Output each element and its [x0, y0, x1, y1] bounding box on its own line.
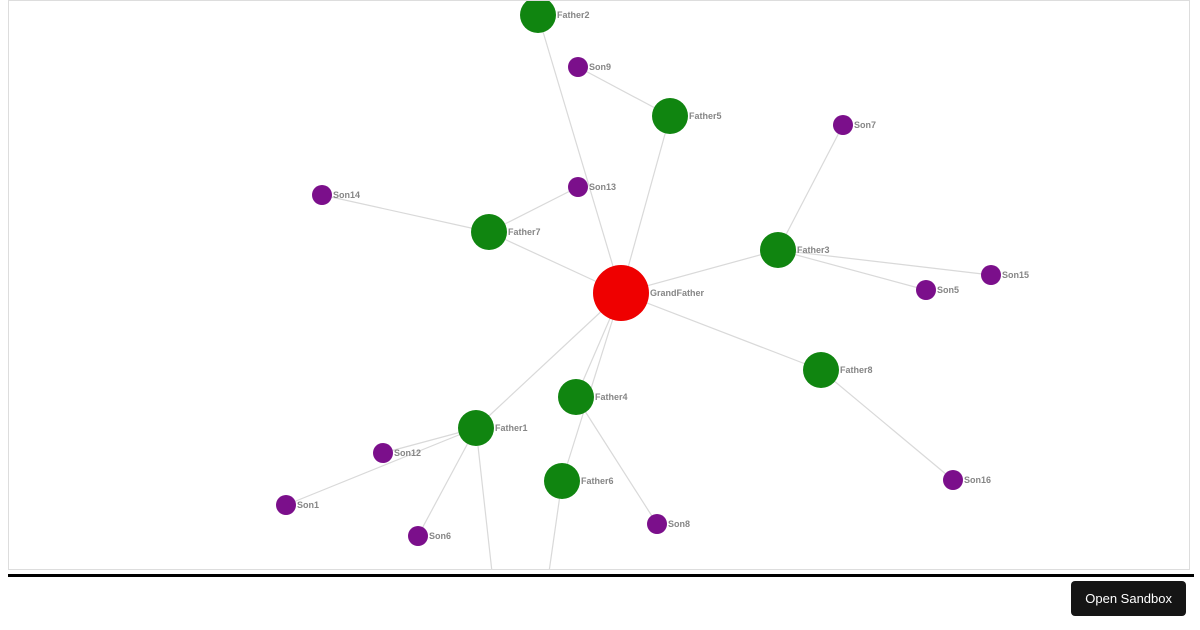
graph-svg[interactable] — [9, 1, 1190, 570]
graph-node-son7[interactable] — [833, 115, 853, 135]
graph-node-father6[interactable] — [544, 463, 580, 499]
graph-node-son14[interactable] — [312, 185, 332, 205]
graph-node-son12[interactable] — [373, 443, 393, 463]
graph-node-father7[interactable] — [471, 214, 507, 250]
graph-node-son5[interactable] — [916, 280, 936, 300]
graph-node-father1[interactable] — [458, 410, 494, 446]
graph-node-son9[interactable] — [568, 57, 588, 77]
graph-node-father2[interactable] — [520, 1, 556, 33]
graph-node-father4[interactable] — [558, 379, 594, 415]
graph-edge — [418, 428, 476, 536]
graph-node-father8[interactable] — [803, 352, 839, 388]
graph-node-son1[interactable] — [276, 495, 296, 515]
graph-node-father3[interactable] — [760, 232, 796, 268]
canvas-underline — [8, 574, 1194, 577]
open-sandbox-button[interactable]: Open Sandbox — [1071, 581, 1186, 616]
graph-edge — [576, 397, 657, 524]
graph-edge — [476, 428, 496, 570]
graph-edge — [286, 428, 476, 505]
graph-edge — [621, 293, 821, 370]
graph-node-son16[interactable] — [943, 470, 963, 490]
graph-node-father5[interactable] — [652, 98, 688, 134]
graph-edge — [778, 250, 991, 275]
graph-edge — [778, 250, 926, 290]
graph-node-son8[interactable] — [647, 514, 667, 534]
graph-edge — [538, 15, 621, 293]
graph-node-son13[interactable] — [568, 177, 588, 197]
graph-canvas[interactable]: GrandFatherFather1Father2Father3Father4F… — [8, 0, 1190, 570]
graph-edge — [821, 370, 953, 480]
graph-edge — [778, 125, 843, 250]
graph-edge — [322, 195, 489, 232]
graph-node-son6[interactable] — [408, 526, 428, 546]
graph-node-grandfather[interactable] — [593, 265, 649, 321]
graph-node-son15[interactable] — [981, 265, 1001, 285]
